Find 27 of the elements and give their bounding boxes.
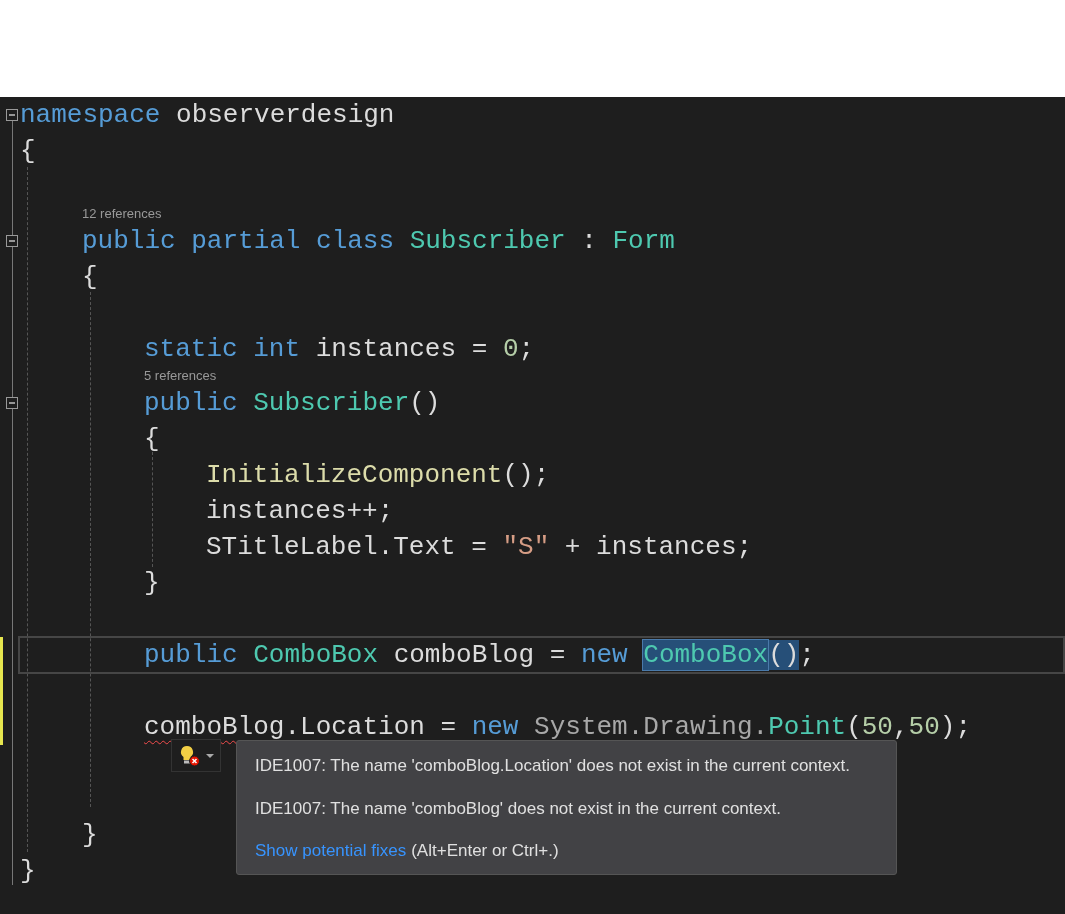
quick-actions-button[interactable] — [171, 739, 221, 772]
caret-icon — [205, 752, 215, 759]
code-line: public Subscriber() — [144, 387, 441, 420]
collapse-icon[interactable] — [6, 235, 18, 247]
code-line: { — [20, 135, 36, 168]
collapse-icon[interactable] — [6, 397, 18, 409]
collapse-icon[interactable] — [6, 109, 18, 121]
code-line: } — [82, 819, 98, 852]
code-line: InitializeComponent(); — [206, 459, 550, 492]
code-line: { — [144, 423, 160, 456]
references-link[interactable]: 5 references — [144, 367, 217, 385]
code-line: STitleLabel.Text = "S" + instances; — [206, 531, 753, 564]
show-fixes-link[interactable]: Show potential fixes — [255, 838, 407, 864]
error-message: IDE1007: The name 'comboBlog.Location' does not exist in the current context. — [255, 755, 851, 777]
code-line: public ComboBox comboBlog = new ComboBox(); — [144, 639, 815, 672]
code-line: namespace observerdesign — [20, 99, 395, 132]
error-message: IDE1007: The name 'comboBlog' does not exist in the current context. — [255, 797, 782, 820]
code-line: } — [20, 855, 36, 888]
code-line: public partial class Subscriber : Form — [82, 225, 675, 258]
code-line: comboBlog.Location = new System.Drawing.Point(50,50); — [144, 711, 971, 744]
references-link[interactable]: 12 references — [82, 205, 162, 223]
code-line: instances++; — [206, 495, 394, 528]
code-line: { — [82, 261, 98, 294]
lightbulb-error-icon — [178, 743, 202, 768]
code-line: static int instances = 0; — [144, 333, 535, 366]
code-line: } — [144, 567, 160, 600]
shortcut-hint: (Alt+Enter or Ctrl+.) — [411, 840, 559, 862]
